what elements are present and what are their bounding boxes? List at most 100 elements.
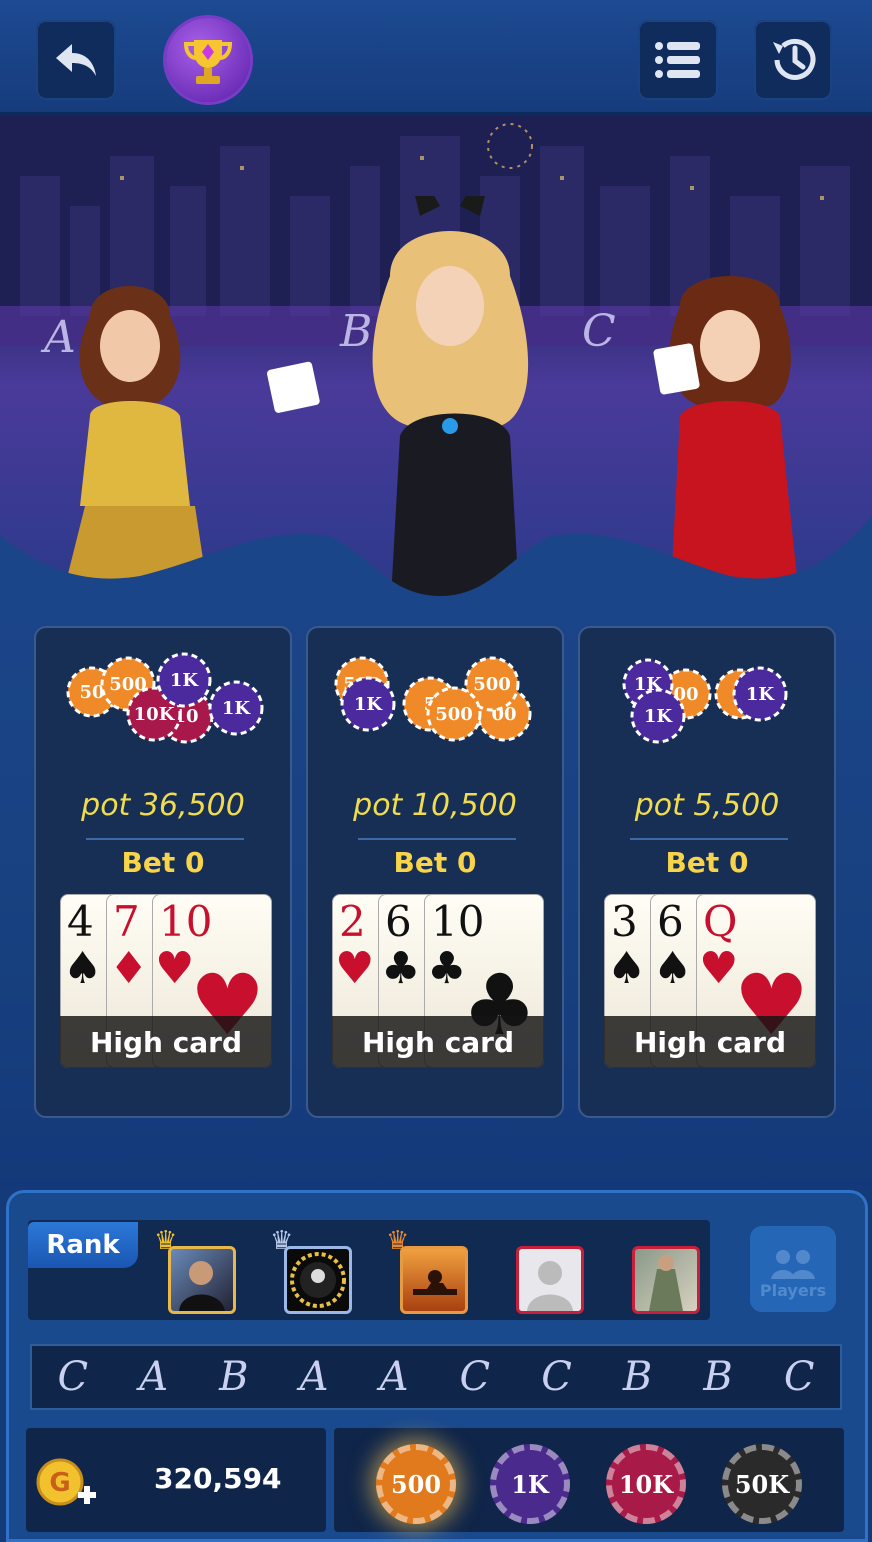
pot-amount-c: pot 5,500 (634, 788, 780, 823)
avatar[interactable] (400, 1246, 468, 1314)
card-rank: 6 (385, 897, 412, 946)
stage-edge (0, 516, 872, 606)
card-suit: ♠ (653, 943, 693, 994)
card-suit: ♦ (109, 943, 149, 994)
history-item: B (219, 1354, 249, 1400)
card-suit: ♠ (607, 943, 647, 994)
players-icon (771, 1250, 815, 1279)
card-suit: ♥ (155, 943, 195, 994)
players-label: Players (759, 1281, 827, 1300)
card-suit: ♥ (335, 943, 375, 994)
svg-text:1K: 1K (170, 670, 200, 691)
avatar-photo (649, 1255, 683, 1311)
bet-chip-1k[interactable]: 1K (490, 1444, 570, 1524)
svg-text:G: G (49, 1468, 70, 1498)
pot-divider-b (358, 838, 516, 840)
history-item: C (541, 1354, 572, 1400)
history-item: B (703, 1354, 733, 1400)
balance-amount: 320,594 (154, 1462, 282, 1495)
chip-label: 500 (390, 1469, 442, 1499)
avatar[interactable] (284, 1246, 352, 1314)
bet-chip-50k[interactable]: 50K (722, 1444, 802, 1524)
pot-box-a[interactable]: 50 500 10 10K 1K 1K pot 36,500 Bet 0 4 ♠… (34, 626, 292, 1118)
svg-text:1K: 1K (644, 706, 674, 727)
menu-button[interactable] (638, 20, 718, 100)
svg-text:1K: 1K (746, 684, 776, 705)
svg-text:1K: 1K (354, 694, 384, 715)
svg-text:500: 500 (473, 674, 511, 695)
avatar-photo (179, 1261, 225, 1311)
pot-box-c[interactable]: 00 1K 1K 5 1K pot 5,500 Bet 0 3 ♠ 6 ♠ Q … (578, 626, 836, 1118)
pot-divider-a (86, 838, 244, 840)
chip-c-4: 1K (732, 666, 788, 722)
chip-a-5: 1K (208, 680, 264, 736)
svg-text:10K: 10K (134, 704, 176, 725)
menu-list-icon (655, 42, 700, 78)
trophy-button[interactable] (166, 18, 250, 102)
default-user-icon (527, 1261, 573, 1311)
dealer-stage: A B C (0, 116, 872, 606)
avatar-photo (413, 1270, 457, 1295)
history-item: B (622, 1354, 653, 1400)
card-rank: 2 (339, 897, 366, 946)
players-button[interactable]: Players (750, 1226, 836, 1312)
card-suit: ♠ (63, 943, 103, 994)
card-rank: 10 (159, 897, 213, 946)
card-rank: 6 (657, 897, 684, 946)
history-button[interactable] (754, 20, 832, 100)
bet-chip-500[interactable]: 500 (376, 1444, 456, 1524)
card-suit: ♥ (699, 943, 739, 994)
history-item: C (57, 1354, 89, 1400)
back-arrow-icon (56, 44, 96, 76)
card-rank: 3 (611, 897, 638, 946)
card-suit: ♣ (381, 943, 421, 994)
card-rank: 7 (113, 897, 140, 946)
bet-chip-selector: 500 1K 10K 50K (334, 1428, 844, 1532)
result-history: C A B A A C C B B C (30, 1344, 842, 1410)
balance-panel: G 320,594 (26, 1428, 326, 1532)
chip-stack-b: 500 1K 5 00 500 500 (334, 656, 532, 742)
hand-rank-label-a: High card (60, 1016, 272, 1068)
history-item: A (379, 1354, 409, 1400)
top-bar (0, 0, 872, 116)
avatar[interactable] (168, 1246, 236, 1314)
chip-stack-c: 00 1K 1K 5 1K (622, 658, 788, 744)
avatar[interactable] (632, 1246, 700, 1314)
back-button[interactable] (36, 20, 116, 100)
bet-amount-b: Bet 0 (393, 846, 477, 879)
avatar-photo (290, 1252, 346, 1308)
bet-amount-a: Bet 0 (121, 846, 205, 879)
hand-b: 2 ♥ 6 ♣ 10 ♣ ♣ High card (332, 894, 544, 1068)
chip-label: 10K (618, 1469, 674, 1499)
bet-amount-c: Bet 0 (665, 846, 749, 879)
pot-amount-a: pot 36,500 (81, 788, 245, 823)
card-rank: Q (703, 897, 738, 946)
history-item: A (139, 1354, 169, 1400)
hand-rank-label-b: High card (332, 1016, 544, 1068)
history-item: C (459, 1354, 491, 1400)
avatar-default[interactable] (516, 1246, 584, 1314)
chip-b-1: 1K (340, 676, 396, 732)
chip-label: 1K (511, 1469, 549, 1499)
bet-chip-10k[interactable]: 10K (606, 1444, 686, 1524)
dealer-letter-c: C (582, 306, 616, 357)
chip-b-3: 500 (426, 686, 482, 742)
hand-rank-label-c: High card (604, 1016, 816, 1068)
card-suit: ♣ (427, 943, 467, 994)
hand-c: 3 ♠ 6 ♠ Q ♥ ♥ High card (604, 894, 816, 1068)
svg-text:1K: 1K (222, 698, 252, 719)
history-item: A (299, 1354, 329, 1400)
svg-text:500: 500 (435, 704, 473, 725)
chip-stack-a: 50 500 10 10K 1K 1K (66, 652, 264, 744)
rank-tab[interactable]: Rank (28, 1222, 138, 1268)
card-rank: 10 (431, 897, 485, 946)
card-rank: 4 (67, 897, 94, 946)
trophy-icon (183, 40, 233, 84)
pot-amount-b: pot 10,500 (353, 788, 517, 823)
chip-label: 50K (734, 1469, 790, 1499)
pot-box-b[interactable]: 500 1K 5 00 500 500 pot 10,500 Bet 0 2 ♥… (306, 626, 564, 1118)
history-item: C (783, 1354, 815, 1400)
chip-c-1: 1K (630, 688, 686, 744)
chip-a-2: 1K (156, 652, 212, 708)
gold-coin-add-icon[interactable]: G (36, 1458, 98, 1512)
